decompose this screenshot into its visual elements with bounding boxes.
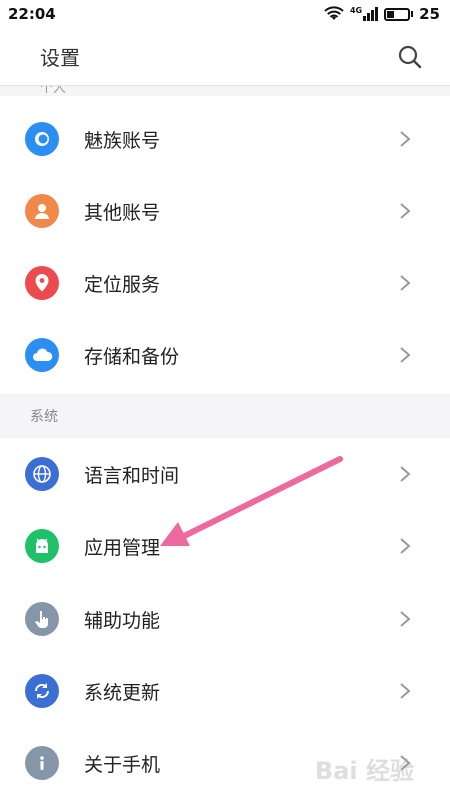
settings-item-label: 系统更新 — [84, 681, 161, 704]
settings-item-label: 魅族账号 — [84, 129, 161, 152]
chevron-right-icon — [400, 683, 411, 699]
watermark-logo: Bai 经验 — [314, 757, 414, 785]
network-type: 4G — [349, 6, 363, 15]
battery-level: 25 — [419, 5, 440, 23]
section-label-system: 系统 — [30, 409, 58, 425]
battery-icon — [384, 7, 414, 21]
globe-icon — [25, 457, 59, 491]
status-icons: 4G 25 — [324, 5, 440, 23]
settings-item-other-accounts[interactable]: 其他账号 — [0, 175, 450, 247]
chevron-right-icon — [400, 347, 411, 363]
chevron-right-icon — [400, 203, 411, 219]
chevron-right-icon — [400, 275, 411, 291]
settings-item-label: 关于手机 — [84, 753, 161, 776]
settings-item-accessibility[interactable]: 辅助功能 — [0, 583, 450, 655]
settings-item-language-time[interactable]: 语言和时间 — [0, 438, 450, 510]
status-bar: 22:04 4G 25 — [0, 0, 450, 28]
settings-item-storage-backup[interactable]: 存储和备份 — [0, 319, 450, 391]
settings-item-app-management[interactable]: 应用管理 — [0, 510, 450, 582]
location-icon — [25, 266, 59, 300]
settings-item-label: 存储和备份 — [84, 345, 180, 368]
chevron-right-icon — [400, 466, 411, 482]
account-icon — [25, 122, 59, 156]
settings-item-label: 应用管理 — [84, 536, 161, 559]
section-header-personal: 个人 — [0, 86, 450, 96]
chevron-right-icon — [400, 611, 411, 627]
section-header-system: 系统 — [0, 394, 450, 438]
signal-icon: 4G — [349, 6, 379, 21]
info-icon — [25, 746, 59, 780]
search-icon[interactable] — [398, 45, 422, 69]
settings-item-label: 辅助功能 — [84, 609, 161, 632]
settings-item-flyme-account[interactable]: 魅族账号 — [0, 103, 450, 175]
chevron-right-icon — [400, 131, 411, 147]
hand-icon — [25, 602, 59, 636]
chevron-right-icon — [400, 538, 411, 554]
settings-item-label: 定位服务 — [84, 273, 161, 296]
refresh-icon — [25, 674, 59, 708]
cloud-icon — [25, 338, 59, 372]
settings-item-label: 其他账号 — [84, 201, 161, 224]
android-icon — [25, 529, 59, 563]
settings-header: 设置 — [0, 28, 450, 86]
settings-item-label: 语言和时间 — [84, 464, 180, 487]
settings-item-location[interactable]: 定位服务 — [0, 247, 450, 319]
person-icon — [25, 194, 59, 228]
section-label-personal: 个人 — [40, 86, 67, 96]
page-title: 设置 — [40, 46, 80, 70]
settings-item-system-update[interactable]: 系统更新 — [0, 655, 450, 727]
status-time: 22:04 — [8, 5, 56, 23]
wifi-icon — [324, 6, 344, 20]
